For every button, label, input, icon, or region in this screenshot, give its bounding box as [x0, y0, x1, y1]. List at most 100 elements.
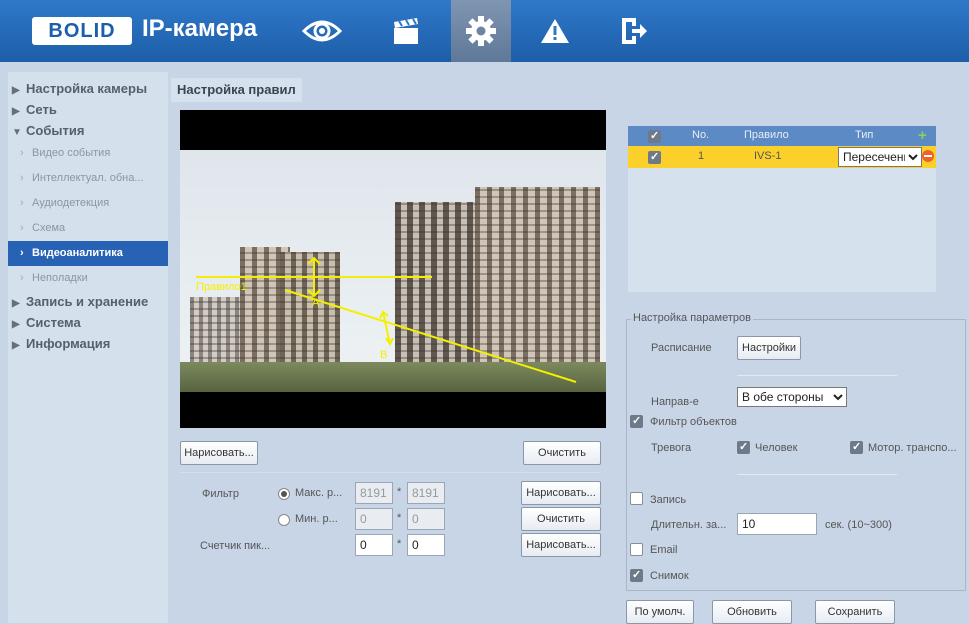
max-height-field[interactable]: 8191 [407, 482, 445, 504]
rule-overlay: Правило1 A B [196, 256, 577, 383]
schedule-settings-button[interactable]: Настройки [737, 336, 801, 360]
gear-icon [466, 16, 496, 46]
sidebar-item-info[interactable]: ▶ Информация [8, 333, 168, 354]
sidebar-item-record-storage[interactable]: ▶ Запись и хранение [8, 291, 168, 312]
times-sign: * [397, 486, 402, 498]
select-all-checkbox[interactable] [648, 129, 661, 143]
table-row[interactable]: 1 IVS-1 Пересечение [628, 146, 936, 168]
triangle-down-icon: ▼ [12, 127, 22, 138]
min-size-label: Мин. р... [295, 513, 338, 525]
sidebar-item-video-events[interactable]: › Видео события [8, 141, 168, 166]
triangle-right-icon: ▶ [12, 106, 20, 117]
column-header-type: Тип [855, 129, 874, 141]
direction-label: Направ-е [651, 396, 699, 408]
rules-table: No. Правило Тип + 1 IVS-1 Пересечение [628, 126, 936, 292]
warning-icon [541, 19, 569, 43]
top-bar: BOLID IP-камера [0, 0, 969, 62]
duration-field[interactable]: 10 [737, 513, 817, 535]
save-button[interactable]: Сохранить [815, 600, 895, 624]
divider [180, 472, 601, 473]
human-checkbox[interactable] [737, 440, 750, 454]
min-width-field[interactable]: 0 [355, 508, 393, 530]
min-size-radio[interactable] [278, 514, 290, 526]
sidebar-item-label: Информация [26, 336, 111, 351]
sidebar-item-label: Схема [32, 222, 66, 234]
sidebar-item-label: Неполадки [32, 272, 88, 284]
rule-number: 1 [698, 150, 705, 162]
add-rule-icon[interactable]: + [918, 127, 927, 144]
tab-rule-settings[interactable]: Настройка правил [171, 78, 302, 102]
rule-enable-checkbox[interactable] [648, 150, 661, 164]
clear-rule-button[interactable]: Очистить [523, 441, 601, 465]
filter-label: Фильтр [202, 488, 239, 500]
sidebar-item-label: Интеллектуал. обна... [32, 172, 144, 184]
sidebar-item-scheme[interactable]: › Схема [8, 216, 168, 241]
nav-settings[interactable] [451, 0, 511, 62]
snapshot-label: Снимок [650, 570, 689, 582]
sidebar-item-smart-detection[interactable]: › Интеллектуал. обна... [8, 166, 168, 191]
parameters-title: Настройка параметров [631, 312, 753, 324]
triangle-right-icon: ▶ [12, 319, 20, 330]
direction-select[interactable]: В обе стороны [737, 387, 847, 407]
sidebar-item-label: Видео события [32, 147, 111, 159]
max-width-field[interactable]: 8191 [355, 482, 393, 504]
object-filter-label: Фильтр объектов [650, 416, 737, 428]
nav-live-view[interactable] [294, 0, 350, 62]
sidebar-item-video-analytics[interactable]: › Видеоаналитика [8, 241, 168, 266]
snapshot-checkbox[interactable] [630, 568, 643, 582]
sidebar-item-label: Аудиодетекция [32, 197, 110, 209]
sidebar-item-network[interactable]: ▶ Сеть [8, 99, 168, 120]
sidebar-item-events[interactable]: ▼ События [8, 120, 168, 141]
min-height-field[interactable]: 0 [407, 508, 445, 530]
sidebar-item-label: События [26, 123, 85, 138]
chevron-right-icon: › [20, 197, 24, 209]
nav-alarm[interactable] [527, 0, 583, 62]
alarm-label: Тревога [651, 442, 692, 454]
object-filter-checkbox[interactable] [630, 414, 643, 428]
email-label: Email [650, 544, 678, 556]
vehicle-checkbox[interactable] [850, 440, 863, 454]
refresh-button[interactable]: Обновить [712, 600, 792, 624]
draw-counter-button[interactable]: Нарисовать... [521, 533, 601, 557]
draw-filter-button[interactable]: Нарисовать... [521, 481, 601, 505]
rules-table-header: No. Правило Тип + [628, 126, 936, 146]
column-header-no: No. [692, 129, 710, 141]
chevron-right-icon: › [20, 222, 24, 234]
sidebar-item-label: Настройка камеры [26, 81, 148, 96]
record-checkbox[interactable] [630, 492, 643, 505]
chevron-right-icon: › [20, 147, 24, 159]
main-content: Настройка правил Правило1 A B Нарисовать… [171, 72, 966, 624]
sidebar-item-malfunctions[interactable]: › Неполадки [8, 266, 168, 291]
counter-height-field[interactable]: 0 [407, 534, 445, 556]
email-checkbox[interactable] [630, 543, 643, 556]
sidebar-item-audio-detection[interactable]: › Аудиодетекция [8, 191, 168, 216]
max-size-radio[interactable] [278, 488, 290, 500]
draw-rule-button[interactable]: Нарисовать... [180, 441, 258, 465]
nav-logout[interactable] [606, 0, 662, 62]
duration-unit: сек. (10~300) [825, 519, 892, 531]
rule-type-select[interactable]: Пересечение [838, 147, 922, 167]
default-button[interactable]: По умолч. [626, 600, 694, 624]
logout-icon [622, 18, 647, 44]
sidebar-item-system[interactable]: ▶ Система [8, 312, 168, 333]
eye-icon [302, 20, 342, 42]
chevron-right-icon: › [20, 172, 24, 184]
direction-b-label: B [380, 349, 387, 361]
video-preview[interactable]: Правило1 A B [180, 110, 606, 428]
counter-width-field[interactable]: 0 [355, 534, 393, 556]
sidebar-item-camera-settings[interactable]: ▶ Настройка камеры [8, 78, 168, 99]
triangle-right-icon: ▶ [12, 340, 20, 351]
record-label: Запись [650, 494, 687, 506]
times-sign: * [397, 512, 402, 524]
divider [737, 474, 897, 475]
divider [737, 375, 897, 376]
triangle-right-icon: ▶ [12, 298, 20, 309]
sidebar: ▶ Настройка камеры ▶ Сеть ▼ События › Видео … [8, 72, 168, 623]
nav-playback[interactable] [378, 0, 434, 62]
pixel-counter-label: Счетчик пик... [200, 540, 271, 552]
delete-rule-icon[interactable] [922, 150, 934, 162]
times-sign: * [397, 538, 402, 550]
clear-filter-button[interactable]: Очистить [521, 507, 601, 531]
sidebar-item-label: Запись и хранение [26, 294, 149, 309]
duration-label: Длительн. за... [651, 519, 727, 531]
